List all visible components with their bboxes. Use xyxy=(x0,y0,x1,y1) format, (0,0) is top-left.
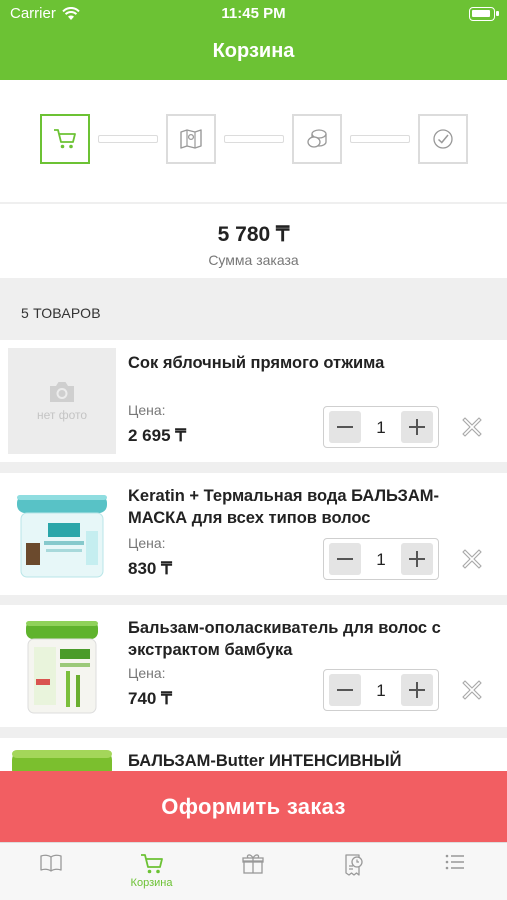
step-connector xyxy=(224,135,284,143)
minus-icon xyxy=(337,558,353,560)
status-time: 11:45 PM xyxy=(221,5,286,22)
minus-icon xyxy=(337,426,353,428)
product-image xyxy=(8,613,116,719)
product-price: 2 695 ₸ xyxy=(128,426,187,445)
gift-icon xyxy=(241,854,264,874)
check-icon xyxy=(433,129,453,149)
quantity-value: 1 xyxy=(376,418,386,437)
app-header: Carrier 11:45 PM Корзина xyxy=(0,0,507,80)
increase-button[interactable] xyxy=(401,543,433,575)
price-label: Цена: xyxy=(128,665,166,681)
close-icon xyxy=(462,417,482,437)
receipt-clock-icon xyxy=(344,854,363,876)
quantity-value: 1 xyxy=(376,681,386,700)
step-confirm[interactable] xyxy=(418,114,468,164)
close-icon xyxy=(462,680,482,700)
order-total: 5 780 ₸ xyxy=(217,223,290,246)
remove-item-button[interactable] xyxy=(459,546,485,572)
no-photo-label: нет фото xyxy=(36,408,88,422)
tab-menu[interactable] xyxy=(404,843,505,900)
status-bar: Carrier 11:45 PM xyxy=(0,5,507,25)
decrease-button[interactable] xyxy=(329,543,361,575)
coins-icon xyxy=(307,129,327,148)
product-jar-image xyxy=(8,613,116,719)
cart-icon xyxy=(54,129,76,149)
page-title: Корзина xyxy=(212,40,295,62)
step-payment[interactable] xyxy=(292,114,342,164)
plus-icon xyxy=(409,419,425,435)
order-summary: 5 780 ₸ Сумма заказа xyxy=(0,204,507,278)
tab-cart[interactable]: Корзина xyxy=(101,843,202,900)
battery-icon xyxy=(469,7,499,21)
product-name[interactable]: Бальзам-ополаскиватель для волос с экстр… xyxy=(128,617,488,661)
remove-item-button[interactable] xyxy=(459,414,485,440)
book-icon xyxy=(39,854,62,872)
order-total-label: Сумма заказа xyxy=(208,252,299,268)
list-icon xyxy=(445,854,464,870)
quantity-stepper: 1 xyxy=(323,406,439,448)
cart-item: нет фото Сок яблочный прямого отжима Цен… xyxy=(0,340,507,462)
cart-item: Keratin + Термальная вода БАЛЬЗАМ-МАСКА … xyxy=(0,473,507,595)
increase-button[interactable] xyxy=(401,411,433,443)
map-icon xyxy=(180,129,202,149)
price-label: Цена: xyxy=(128,535,166,551)
cart-item-count: 5 ТОВАРОВ xyxy=(21,305,101,321)
tab-catalog[interactable] xyxy=(0,843,101,900)
product-price: 740 ₸ xyxy=(128,689,172,708)
product-name[interactable]: Keratin + Термальная вода БАЛЬЗАМ-МАСКА … xyxy=(128,485,488,529)
product-image xyxy=(8,481,116,587)
step-delivery[interactable] xyxy=(166,114,216,164)
remove-item-button[interactable] xyxy=(459,677,485,703)
product-image-placeholder: нет фото xyxy=(8,348,116,454)
decrease-button[interactable] xyxy=(329,674,361,706)
quantity-stepper: 1 xyxy=(323,538,439,580)
step-cart[interactable] xyxy=(40,114,90,164)
tab-bar: Корзина xyxy=(0,842,507,900)
increase-button[interactable] xyxy=(401,674,433,706)
checkout-button[interactable]: Оформить заказ xyxy=(0,771,507,842)
quantity-value: 1 xyxy=(376,550,386,569)
plus-icon xyxy=(409,551,425,567)
tab-gifts[interactable] xyxy=(202,843,303,900)
product-name[interactable]: БАЛЬЗАМ-Butter ИНТЕНСИВНЫЙ xyxy=(128,750,488,772)
product-jar-image xyxy=(8,481,116,587)
price-label: Цена: xyxy=(128,402,166,418)
tab-label-cart: Корзина xyxy=(130,877,173,889)
product-name[interactable]: Сок яблочный прямого отжима xyxy=(128,352,488,374)
plus-icon xyxy=(409,682,425,698)
cart-item: Бальзам-ополаскиватель для волос с экстр… xyxy=(0,605,507,727)
checkout-stepper xyxy=(0,80,507,202)
cart-icon xyxy=(140,854,163,874)
step-connector xyxy=(350,135,410,143)
decrease-button[interactable] xyxy=(329,411,361,443)
product-price: 830 ₸ xyxy=(128,559,172,578)
tab-orders[interactable] xyxy=(303,843,404,900)
minus-icon xyxy=(337,689,353,691)
close-icon xyxy=(462,549,482,569)
step-connector xyxy=(98,135,158,143)
camera-icon xyxy=(50,382,74,402)
quantity-stepper: 1 xyxy=(323,669,439,711)
